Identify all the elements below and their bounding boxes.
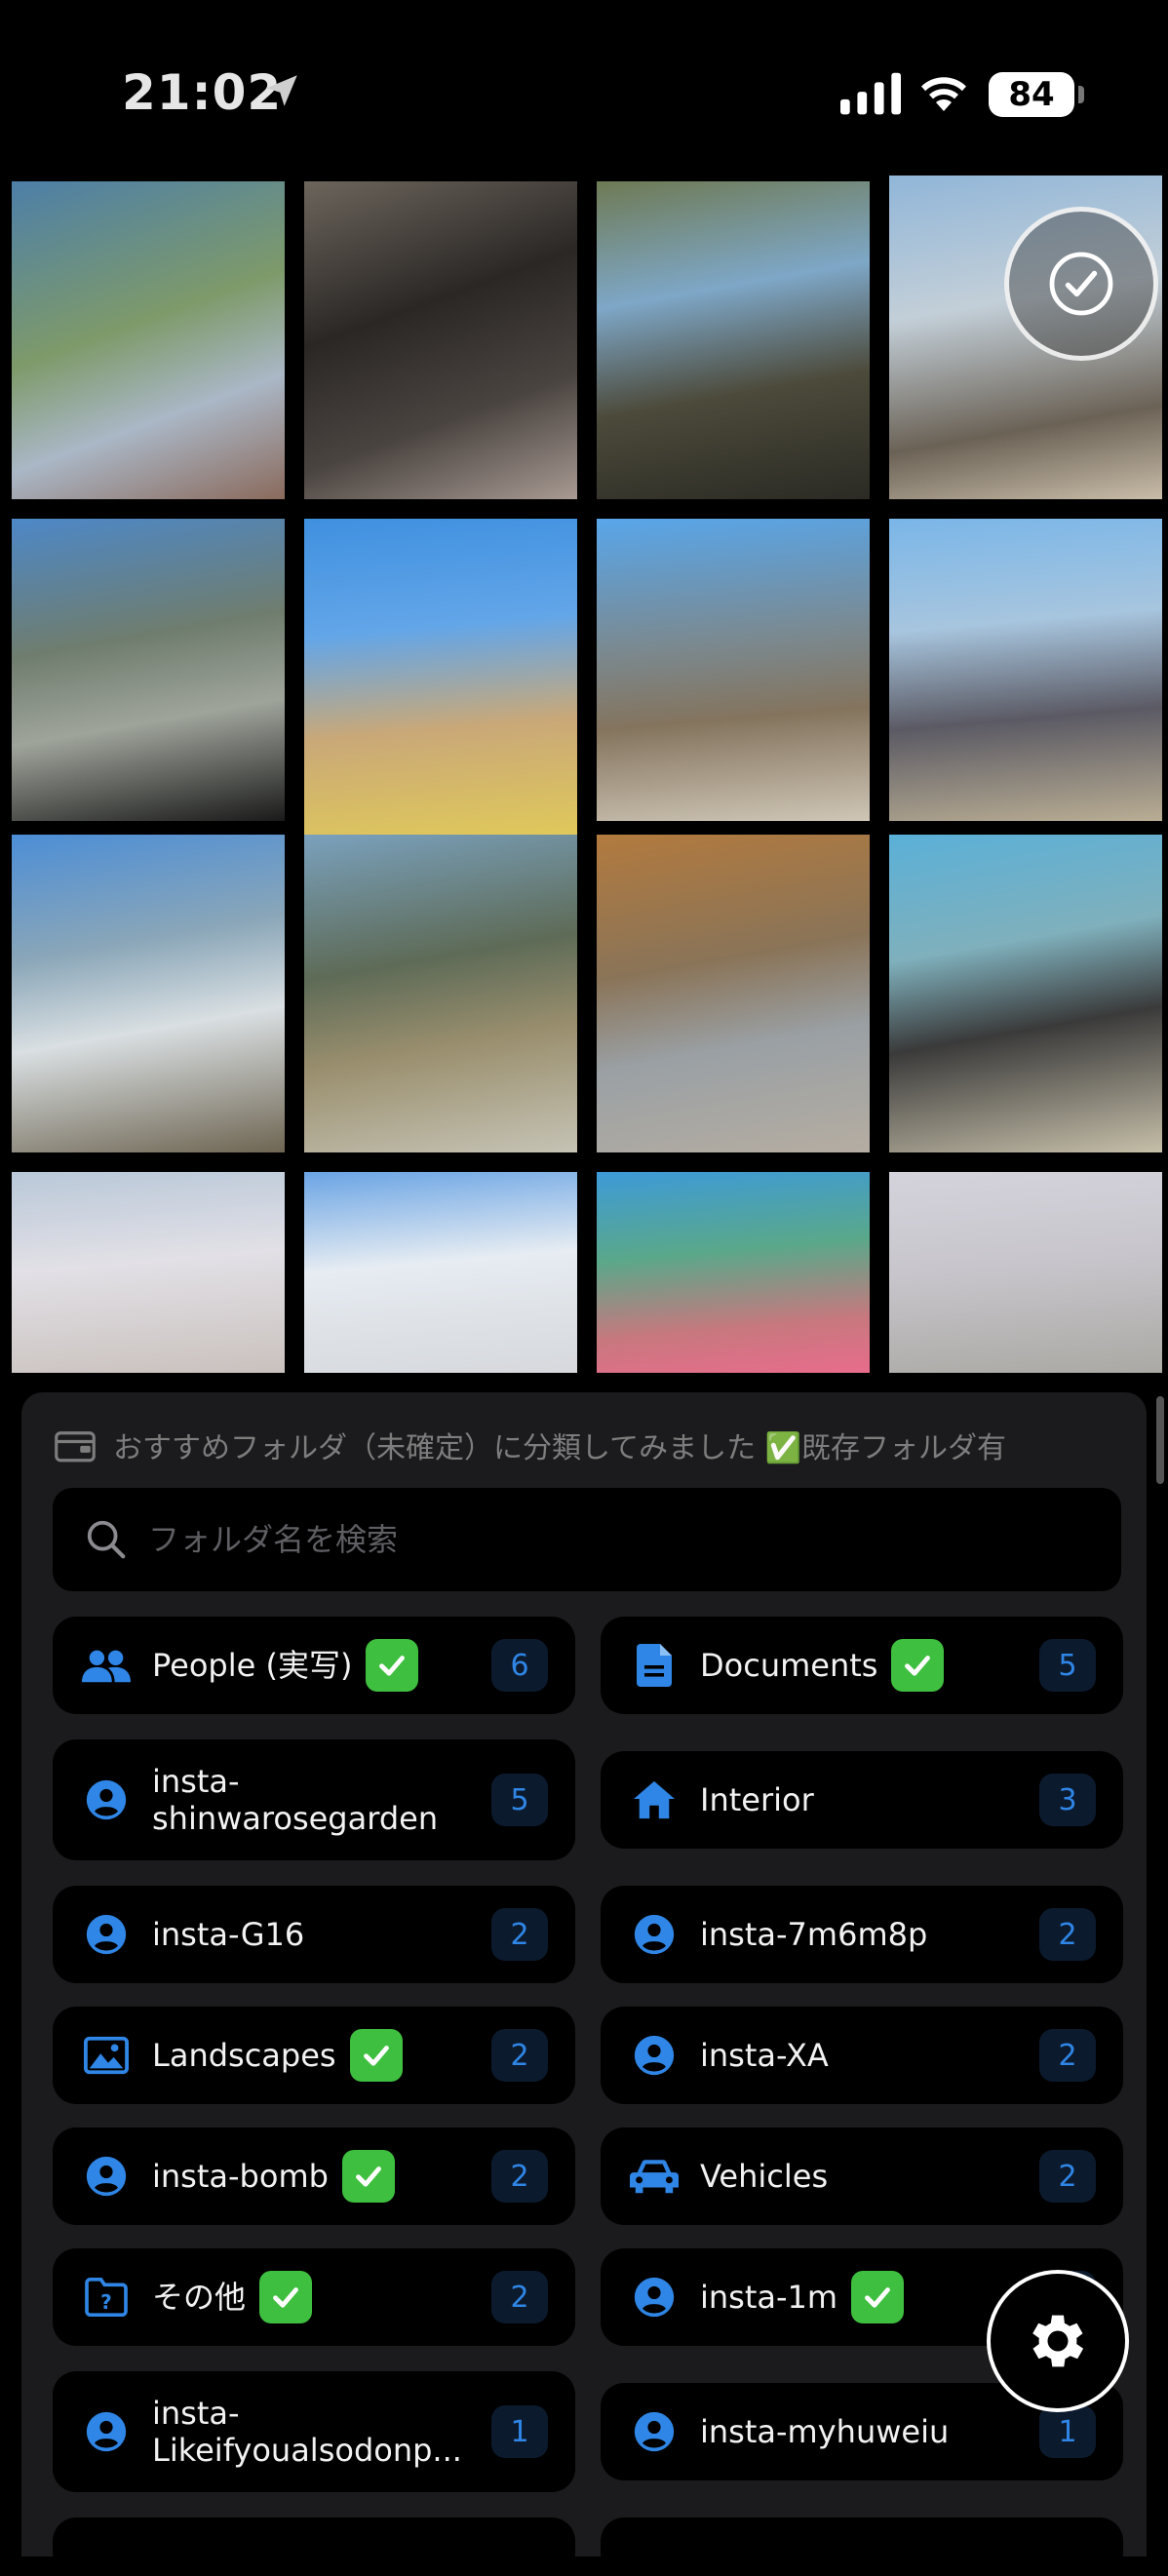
folder-name: insta-G16: [152, 1916, 305, 1953]
folder-name-line2: shinwarosegarden: [152, 1800, 439, 1837]
photo-thumbnail[interactable]: [304, 835, 577, 1152]
folder-chip-insta-xa[interactable]: insta-XA 2: [601, 2007, 1123, 2104]
folder-chip-partial[interactable]: [601, 2517, 1123, 2576]
folder-name: その他: [152, 2279, 247, 2316]
account-icon: [630, 2034, 679, 2077]
folder-chip-insta-bomb[interactable]: insta-bomb 2: [53, 2127, 575, 2225]
folder-name-line1: insta-: [152, 2395, 240, 2432]
folder-chip-people[interactable]: People (実写) 6: [53, 1617, 575, 1714]
checkmark-icon: [349, 2029, 403, 2082]
cellular-signal-icon: [840, 72, 901, 115]
checkmark-icon: [891, 1639, 945, 1692]
battery-tip: [1078, 86, 1084, 103]
photo-thumbnail[interactable]: [889, 519, 1162, 821]
account-icon: [82, 1778, 131, 1821]
folder-name: Landscapes: [152, 2037, 336, 2074]
folder-count: 5: [491, 1774, 548, 1826]
folder-chip-insta-likeifyoualsodonp[interactable]: insta- Likeifyoualsodonp... 1: [53, 2371, 575, 2492]
folder-chip-interior[interactable]: Interior 3: [601, 1751, 1123, 1849]
car-icon: [630, 2155, 679, 2198]
folder-chip-insta-7m6m8p[interactable]: insta-7m6m8p 2: [601, 1886, 1123, 1983]
folder-chip-landscapes[interactable]: Landscapes 2: [53, 2007, 575, 2104]
folder-chip-other[interactable]: ? その他 2: [53, 2248, 575, 2346]
folder-name-line1: insta-: [152, 1763, 240, 1800]
question-folder-icon: ?: [82, 2276, 131, 2319]
folder-name: People (実写): [152, 1647, 353, 1684]
svg-text:?: ?: [100, 2290, 112, 2314]
wifi-icon: [921, 77, 966, 111]
folder-count: 1: [491, 2405, 548, 2458]
folder-count: 6: [491, 1639, 548, 1692]
select-photos-button[interactable]: [1004, 207, 1158, 361]
status-bar: 21:02 84: [0, 0, 1168, 176]
suggestion-banner: おすすめフォルダ（未確定）に分類してみました ✅既存フォルダ有: [55, 1422, 1006, 1468]
folder-count: 1: [1039, 2405, 1096, 2458]
checkmark-icon: [341, 2150, 395, 2203]
folder-chip-insta-g16[interactable]: insta-G16 2: [53, 1886, 575, 1983]
account-icon: [82, 2155, 131, 2198]
photo-thumbnail[interactable]: [12, 1172, 285, 1373]
folder-chip-partial[interactable]: [53, 2517, 575, 2576]
folder-name: Vehicles: [700, 2158, 829, 2195]
folder-chip-insta-shinwarosegarden[interactable]: insta-shinwarosegarden 5: [53, 1739, 575, 1860]
account-icon: [82, 2410, 131, 2453]
suggestion-text: おすすめフォルダ（未確定）に分類してみました ✅既存フォルダ有: [113, 1431, 1006, 1465]
folder-name-line2: Likeifyoualsodonp...: [152, 2432, 462, 2469]
folder-count: 2: [1039, 2029, 1096, 2082]
folder-name: Documents: [700, 1647, 878, 1684]
folder-count: 2: [491, 2150, 548, 2203]
account-icon: [82, 1913, 131, 1956]
photo-thumbnail[interactable]: [597, 519, 870, 821]
status-time: 21:02: [122, 64, 283, 121]
search-input[interactable]: [146, 1520, 1028, 1559]
folder-count: 2: [491, 2271, 548, 2323]
checkmark-icon: [366, 1639, 419, 1692]
photo-thumbnail[interactable]: [597, 835, 870, 1152]
wallet-icon: [55, 1431, 96, 1463]
photo-thumbnail[interactable]: [304, 519, 577, 837]
folder-count: 2: [1039, 1908, 1096, 1961]
photo-grid: [0, 176, 1168, 1375]
photo-thumbnail[interactable]: [12, 519, 285, 821]
photo-thumbnail[interactable]: [889, 835, 1162, 1152]
folder-count: 2: [1039, 2150, 1096, 2203]
gear-icon: [1032, 2315, 1084, 2367]
search-icon: [87, 1520, 126, 1559]
folder-chip-vehicles[interactable]: Vehicles 2: [601, 2127, 1123, 2225]
folder-name: insta-1m: [700, 2279, 838, 2316]
folder-search-bar[interactable]: [53, 1488, 1121, 1591]
photo-thumbnail[interactable]: [12, 835, 285, 1152]
folder-name: insta-7m6m8p: [700, 1916, 928, 1953]
document-icon: [630, 1644, 679, 1687]
folder-count: 3: [1039, 1774, 1096, 1826]
battery-indicator: 84: [989, 72, 1074, 117]
folder-name: insta-myhuweiu: [700, 2413, 950, 2450]
settings-button[interactable]: [987, 2270, 1129, 2412]
folder-name: insta-XA: [700, 2037, 829, 2074]
photo-thumbnail[interactable]: [12, 181, 285, 499]
photo-thumbnail[interactable]: [889, 1172, 1162, 1373]
image-icon: [82, 2034, 131, 2077]
checkmark-icon: [259, 2271, 313, 2323]
photo-thumbnail[interactable]: [304, 1172, 577, 1373]
account-icon: [630, 1913, 679, 1956]
scrollbar[interactable]: [1156, 1396, 1164, 1484]
folder-chip-documents[interactable]: Documents 5: [601, 1617, 1123, 1714]
folder-count: 5: [1039, 1639, 1096, 1692]
folder-count: 2: [491, 2029, 548, 2082]
folder-name: insta-bomb: [152, 2158, 329, 2195]
people-icon: [82, 1644, 131, 1687]
home-icon: [630, 1778, 679, 1821]
location-arrow-icon: [266, 75, 297, 106]
folder-count: 2: [491, 1908, 548, 1961]
account-icon: [630, 2410, 679, 2453]
checkmark-circle-icon: [1049, 252, 1113, 316]
photo-thumbnail[interactable]: [304, 181, 577, 499]
checkmark-icon: [851, 2271, 905, 2323]
photo-thumbnail[interactable]: [597, 181, 870, 499]
folder-name: Interior: [700, 1781, 814, 1818]
photo-thumbnail[interactable]: [597, 1172, 870, 1373]
account-icon: [630, 2276, 679, 2319]
